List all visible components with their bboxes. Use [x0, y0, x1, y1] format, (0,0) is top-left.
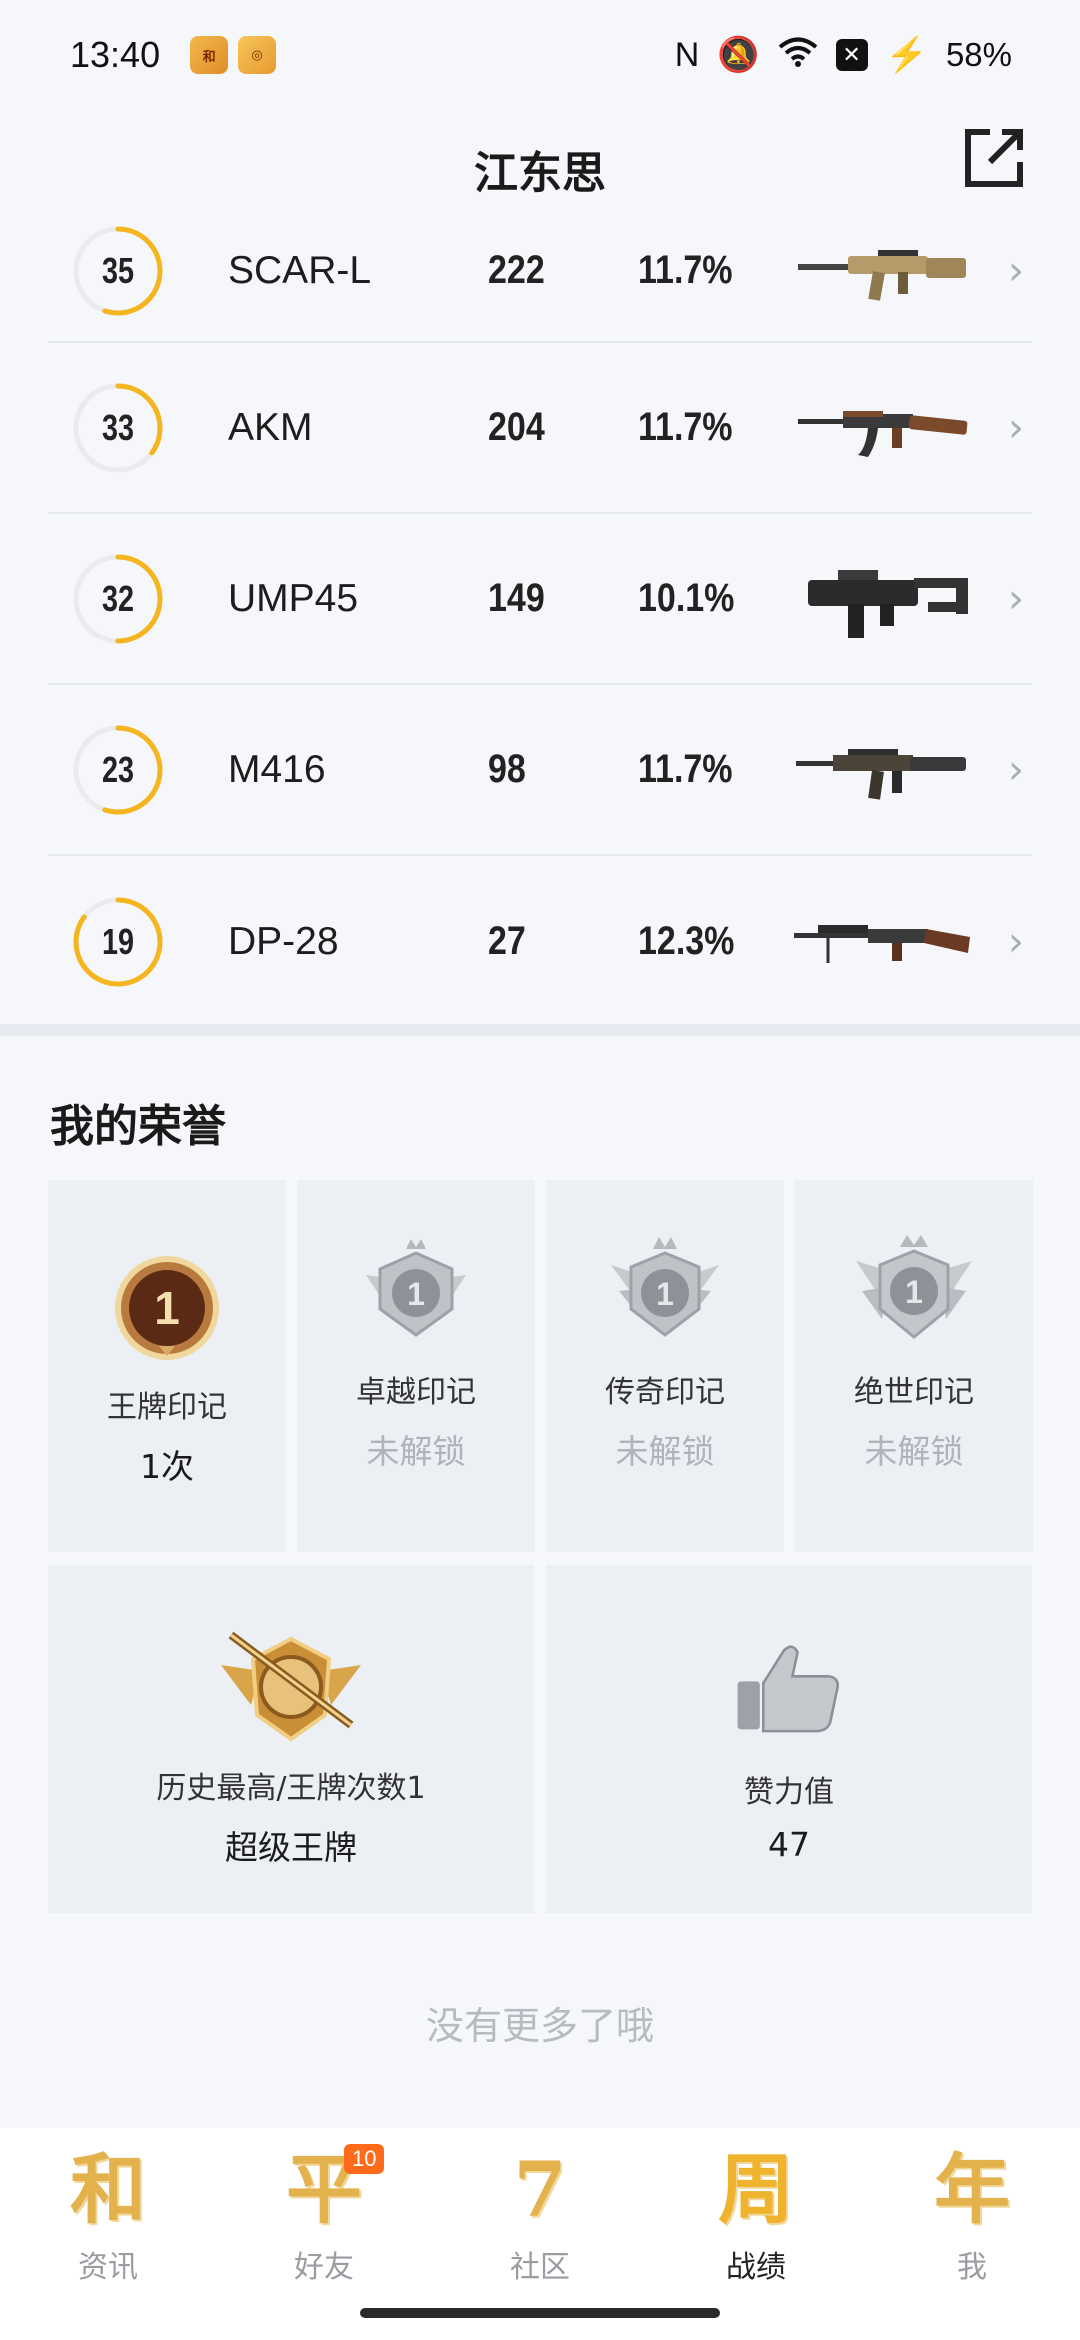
honor-card-value: 未解锁: [615, 1432, 715, 1471]
honor-card-likes[interactable]: 赞力值 47: [546, 1565, 1032, 1913]
weapon-name: M416: [228, 747, 326, 791]
honor-card-ace-mark[interactable]: 1 王牌印记 1次: [48, 1180, 286, 1552]
chevron-right-icon: ›: [1008, 404, 1024, 451]
svg-text:1: 1: [905, 1274, 923, 1310]
weapon-kills: 98: [488, 747, 526, 791]
honor-card-excellence-mark[interactable]: 1 卓越印记 未解锁: [297, 1180, 535, 1552]
excellence-mark-badge-icon: 1: [366, 1239, 466, 1337]
weapon-kills: 204: [488, 405, 545, 449]
weapon-rate: 10.1%: [638, 576, 735, 620]
mute-icon: 🔕: [717, 36, 760, 74]
honor-card-value: 未解锁: [366, 1432, 466, 1471]
nav-label: 战绩: [726, 2250, 786, 2285]
weapon-kills: 222: [488, 248, 545, 292]
no-more-content-text: 没有更多了哦: [425, 2004, 654, 2048]
me-tab-icon: 年: [934, 2145, 1010, 2234]
nfc-icon: N: [674, 36, 700, 74]
weapon-row[interactable]: 33 AKM 204 11.7% ›: [48, 343, 1032, 514]
honor-card-label: 历史最高/王牌次数1: [156, 1771, 426, 1806]
nav-label: 好友: [294, 2250, 354, 2285]
honor-card-label: 赞力值: [744, 1775, 834, 1810]
honor-card-label: 传奇印记: [605, 1375, 725, 1410]
weapon-rate: 12.3%: [638, 919, 735, 963]
honor-card-legend-mark[interactable]: 1 传奇印记 未解锁: [546, 1180, 784, 1552]
weapon-row[interactable]: 19 DP-28 27 12.3% ›: [48, 856, 1032, 1027]
weapon-stats-list: 35 SCAR-L 222 11.7% › 33 AKM 204 11.7% ›: [48, 200, 1032, 1027]
svg-text:1: 1: [656, 1276, 674, 1312]
section-divider: [0, 1024, 1080, 1036]
nav-label: 社区: [510, 2250, 570, 2285]
nav-label: 资讯: [78, 2250, 138, 2285]
weapon-rate: 11.7%: [638, 405, 733, 449]
weapon-rate: 11.7%: [638, 248, 733, 292]
honor-card-peerless-mark[interactable]: 1 绝世印记 未解锁: [795, 1180, 1033, 1552]
friends-notification-badge: 10: [344, 2144, 385, 2174]
nav-tab-news[interactable]: 和 资讯: [0, 2128, 216, 2340]
chevron-right-icon: ›: [1008, 575, 1024, 622]
community-tab-icon: 7: [513, 2145, 567, 2234]
akm-rifle-image: [798, 410, 968, 457]
peerless-mark-badge-icon: 1: [856, 1235, 972, 1339]
x-box-icon: ✕: [835, 39, 868, 71]
status-time: 13:40: [70, 34, 161, 75]
weapon-level: 19: [101, 920, 135, 962]
ump45-smg-image: [808, 569, 968, 638]
m416-rifle-image: [796, 748, 966, 800]
wifi-icon: [778, 36, 818, 74]
weapon-level: 33: [101, 406, 135, 448]
thumbs-up-icon: [737, 1645, 840, 1733]
nav-label: 我: [957, 2250, 987, 2285]
chevron-right-icon: ›: [1008, 918, 1024, 965]
share-icon: [965, 129, 1023, 187]
chevron-right-icon: ›: [1008, 247, 1024, 294]
nav-tab-me[interactable]: 年 我: [864, 2128, 1080, 2340]
weapon-name: SCAR-L: [228, 248, 372, 292]
honor-section-title: 我的荣誉: [50, 1101, 226, 1152]
honor-card-highest-tier[interactable]: 历史最高/王牌次数1 超级王牌: [48, 1565, 534, 1913]
honor-card-label: 绝世印记: [854, 1375, 974, 1410]
weapon-level: 23: [101, 748, 135, 790]
scar-l-rifle-image: [798, 249, 966, 301]
weapon-name: AKM: [228, 405, 313, 449]
weapon-kills: 149: [488, 576, 545, 620]
chevron-right-icon: ›: [1008, 746, 1024, 793]
news-tab-icon: 和: [70, 2145, 146, 2234]
svg-text:1: 1: [407, 1276, 425, 1312]
page-title: 江东思: [474, 148, 606, 199]
legend-mark-badge-icon: 1: [611, 1237, 719, 1337]
weapon-row[interactable]: 32 UMP45 149 10.1% ›: [48, 514, 1032, 685]
honor-card-label: 卓越印记: [356, 1375, 476, 1410]
super-ace-badge-icon: [221, 1631, 361, 1742]
honor-card-value: 未解锁: [864, 1432, 964, 1471]
home-indicator[interactable]: [360, 2308, 720, 2318]
weapon-row[interactable]: 35 SCAR-L 222 11.7% ›: [48, 200, 1032, 343]
weapon-rate: 11.7%: [638, 747, 733, 791]
weapon-level: 35: [101, 249, 135, 291]
weapon-name: DP-28: [228, 919, 339, 963]
weapon-level: 32: [101, 577, 135, 619]
honor-card-value: 47: [768, 1825, 810, 1864]
stats-tab-icon: 周: [718, 2145, 794, 2234]
status-bar: 13:40 和 ◎ N 🔕 ✕ ⚡ 58%: [0, 0, 1080, 110]
ace-mark-badge-icon: 1: [115, 1256, 219, 1360]
game-app-notification-icon: 和: [190, 36, 229, 74]
honor-card-value: 1次: [140, 1447, 194, 1486]
weapon-kills: 27: [488, 919, 526, 963]
svg-text:1: 1: [154, 1282, 180, 1334]
share-button[interactable]: [960, 124, 1028, 192]
weapon-name: UMP45: [228, 576, 359, 620]
battery-percent: 58%: [945, 36, 1012, 73]
honor-card-label: 王牌印记: [107, 1390, 227, 1425]
weapon-row[interactable]: 23 M416 98 11.7% ›: [48, 685, 1032, 856]
honor-card-value: 超级王牌: [225, 1828, 357, 1867]
dp28-lmg-image: [794, 924, 970, 963]
charging-icon: ⚡: [885, 36, 928, 74]
game-assistant-notification-icon: ◎: [238, 36, 277, 74]
